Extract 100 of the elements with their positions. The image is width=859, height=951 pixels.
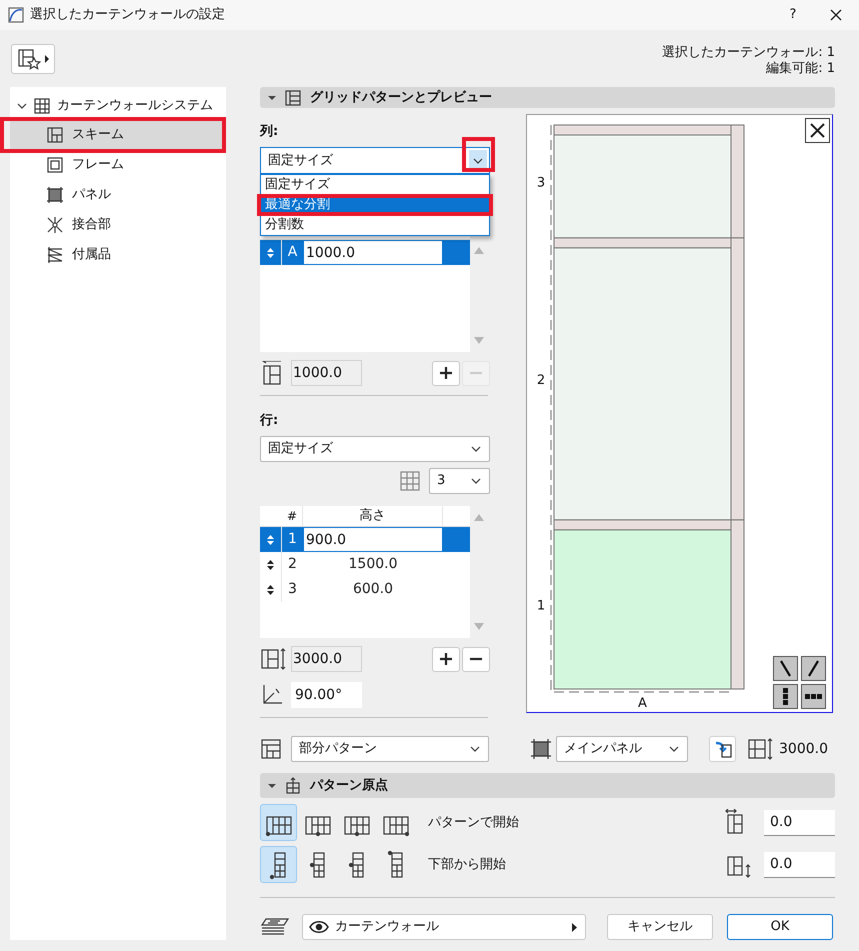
value-input[interactable]: 900.0 [303,527,443,552]
row-id: 3 [288,580,297,600]
origin-icon [284,776,302,795]
origin-label: パターンで開始 [428,814,519,832]
origin-label: 下部から開始 [428,856,506,874]
row-count-select[interactable]: 3 [429,468,490,494]
chevron-down-icon [471,446,481,452]
minus-icon [469,657,483,662]
layer-select[interactable]: カーテンウォール [302,914,586,940]
pattern-icon [260,738,282,760]
caret-right-icon [572,922,577,932]
add-button[interactable] [432,360,460,386]
window-title: 選択したカーテンウォールの設定 [30,6,225,24]
view-toggle-button[interactable] [801,656,826,682]
selection-info: 編集可能: 1 [766,61,835,77]
row-label: 2 [536,372,546,388]
chevron-down-icon [473,158,483,164]
section-header[interactable]: パターン原点 [260,773,835,798]
sidebar-label: 接合部 [72,216,111,234]
height-value: 3000.0 [779,740,828,759]
joint-icon [46,216,64,234]
dropdown-option[interactable]: 分割数 [261,215,489,236]
plus-icon [439,652,453,666]
section-header[interactable]: グリッドパターンとプレビュー [260,87,835,108]
table-cell-text: 1500.0 [348,555,398,574]
frame-icon [46,156,64,174]
column-mode-select[interactable]: 固定サイズ [260,147,490,174]
column-label: A [638,696,647,712]
sidebar-item[interactable]: フレーム [10,150,226,180]
collapse-triangle-icon [268,782,276,790]
height-total-icon [260,647,288,672]
close-preview-button[interactable] [805,118,830,144]
close-icon [810,123,825,138]
grid-icon [33,97,51,115]
ok-button[interactable]: OK [727,914,833,940]
horizontal-blocks-icon [805,694,822,700]
offset-input[interactable]: 0.0 [764,810,835,836]
drag-handle-icon[interactable] [267,584,274,595]
view-toggle-button[interactable] [801,684,826,710]
rows-label: 行: [260,412,280,430]
swap-arrow-icon [714,740,732,758]
accessory-icon [46,246,64,264]
columns-label: 列: [260,123,280,140]
total-width-field[interactable]: 1000.0 [291,360,362,386]
offset-input[interactable]: 0.0 [764,852,835,878]
plus-icon [439,366,453,380]
apply-button[interactable] [709,736,736,762]
select-value: 部分パターン [299,740,377,758]
favorites-button[interactable] [11,44,55,74]
row-id: 1 [288,530,297,550]
row-label: 3 [536,176,546,191]
panel-select[interactable]: メインパネル [556,736,688,762]
cancel-button[interactable]: キャンセル [607,914,713,940]
slash-icon [805,660,822,678]
drag-handle-icon[interactable] [267,560,274,570]
select-value: 3 [437,472,446,490]
grid-icon [399,470,421,492]
close-icon [830,9,842,21]
drag-handle-icon[interactable] [267,248,274,258]
origin-option-button[interactable] [260,846,297,884]
pattern-select[interactable]: 部分パターン [291,736,489,762]
chevron-down-icon [17,101,27,111]
view-toggle-button[interactable] [773,656,798,682]
height-total-icon [747,738,775,760]
favorites-icon [17,48,43,70]
panel-icon [46,186,64,204]
view-toggle-button[interactable] [773,684,798,710]
row-id: A [288,243,298,262]
table-cell-text: 600.0 [352,580,394,600]
remove-button[interactable] [462,646,490,672]
dropdown-option[interactable]: 固定サイズ [261,175,489,196]
column-header: # [286,508,298,526]
backslash-icon [777,660,794,678]
sidebar-item[interactable]: パネル [10,180,226,210]
drag-handle-icon[interactable] [267,534,274,545]
sidebar-label: フレーム [72,156,124,174]
sidebar-item[interactable]: 接合部 [10,210,226,240]
width-total-icon [260,361,284,386]
chevron-down-icon [471,478,481,484]
help-button[interactable]: ? [773,5,813,25]
sidebar-label: パネル [72,186,111,204]
collapse-triangle-icon [268,94,276,102]
origin-option-button[interactable] [260,804,297,842]
chevron-down-icon [470,746,480,752]
sidebar-item[interactable]: 付属品 [10,240,226,270]
row-label: 1 [536,598,546,614]
add-button[interactable] [432,646,460,672]
section-title: パターン原点 [310,776,388,795]
tree-root[interactable]: カーテンウォールシステム [10,92,226,120]
app-logo-icon [8,7,24,23]
chevron-down-icon [669,746,679,752]
grid-pattern-icon [284,88,302,107]
value-input[interactable]: 1000.0 [303,240,443,266]
row-mode-select[interactable]: 固定サイズ [260,436,490,462]
total-height-field[interactable]: 3000.0 [291,646,362,672]
panel-icon [531,739,551,760]
selection-info: 選択したカーテンウォール: 1 [662,45,835,61]
sidebar-label: スキーム [72,126,124,144]
angle-input[interactable]: 90.00° [291,682,362,708]
eye-icon [309,920,329,934]
